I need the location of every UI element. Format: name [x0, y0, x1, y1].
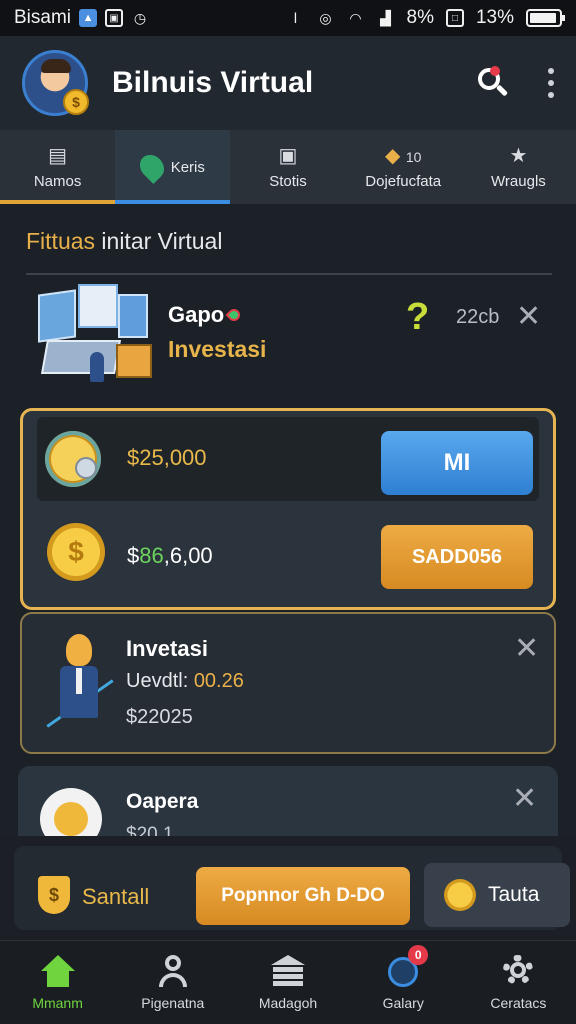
- coin-icon: $: [63, 89, 89, 115]
- investor-illustration: [40, 632, 120, 732]
- nav-label: Madagoh: [258, 994, 318, 1011]
- tab-label: Stotis: [269, 172, 307, 190]
- office-illustration: [34, 284, 156, 388]
- user-icon: [156, 954, 190, 987]
- tab-keris[interactable]: Keris: [115, 130, 231, 204]
- feature-item[interactable]: Gapo Investasi ? 22cb ✕: [26, 284, 552, 394]
- balance-row: $25,000 MI: [37, 417, 539, 501]
- tab-label: Namos: [33, 172, 82, 190]
- section-title: Fittuas initar Virtual: [26, 228, 222, 255]
- secondary-action-label: Tauta: [488, 883, 540, 906]
- battery-icon: [526, 9, 565, 27]
- mi-button[interactable]: MI: [381, 431, 533, 495]
- rocket-icon: [225, 306, 243, 324]
- feature-title: Gapo: [168, 302, 225, 327]
- avatar[interactable]: $: [22, 50, 89, 116]
- feature-value: 22cb: [456, 306, 500, 328]
- notification-badge: 0: [408, 944, 429, 965]
- location-pin-icon: [134, 150, 169, 184]
- help-icon[interactable]: ?: [406, 296, 429, 339]
- wifi-icon: ◠: [349, 9, 362, 26]
- amount-highlight: 86: [139, 543, 164, 568]
- app-notification-icon: ▣: [105, 9, 124, 27]
- amount-suffix: ,6,00: [163, 543, 213, 568]
- balance-amount: $86,6,00: [127, 543, 213, 569]
- clock-icon: ◷: [133, 9, 147, 26]
- close-icon[interactable]: ✕: [514, 634, 539, 664]
- tab-namos[interactable]: ▤ Namos: [0, 130, 116, 204]
- nav-item-home[interactable]: Mmanm: [0, 941, 115, 1024]
- gear-icon: [501, 954, 535, 987]
- primary-action-button[interactable]: Popnnor Gh D-DO: [196, 867, 410, 925]
- nav-label: Ceratacs: [490, 994, 547, 1011]
- bottom-nav: Mmanm Pigenatna Madagoh 0 Galary Ceratac…: [0, 940, 576, 1024]
- alarm-icon: ◎: [319, 9, 332, 26]
- signal-icon: ▟: [380, 9, 391, 26]
- tab-label: Wraugls: [491, 172, 546, 190]
- feature-subtitle: Investasi: [168, 336, 267, 362]
- bank-icon: [271, 954, 305, 987]
- nav-item-profile[interactable]: Pigenatna: [115, 941, 230, 1024]
- nav-item-gallery[interactable]: 0 Galary: [346, 941, 461, 1024]
- card-title: Oapera: [126, 790, 199, 813]
- globe-icon: 0: [386, 944, 429, 987]
- divider: [26, 273, 552, 275]
- nav-item-bank[interactable]: Madagoh: [230, 941, 345, 1024]
- balance-amount: $25,000: [127, 445, 207, 470]
- card-subtitle: Uevdtl: 00.26: [126, 670, 244, 693]
- amount-prefix: $: [127, 543, 140, 568]
- tab-label: Dojefucfata: [365, 172, 442, 190]
- battery-saver-icon: □: [445, 9, 464, 27]
- status-bar: Bisami ▲ ▣ ◷ ⅼ ◎ ◠ ▟ 8% □ 13%: [0, 0, 576, 36]
- coin-stack-icon: [45, 431, 101, 487]
- tab-label: Keris: [170, 158, 205, 176]
- coin-icon: [444, 879, 476, 911]
- nfc-icon: ⅼ: [293, 9, 298, 26]
- dollar-coin-icon: $: [47, 523, 105, 581]
- balance-row: $ $86,6,00 SADD056: [37, 511, 539, 601]
- signal-text: 8%: [406, 7, 434, 28]
- app-header: $ Bilnuis Virtual: [0, 36, 576, 130]
- nav-label: Pigenatna: [141, 994, 205, 1011]
- secondary-action-button[interactable]: Tauta: [424, 863, 570, 927]
- gift-icon: ◆: [384, 144, 401, 167]
- nav-label: Mmanm: [32, 994, 83, 1011]
- carrier-label: Bisami: [14, 7, 72, 28]
- inbox-icon: ▤: [48, 144, 68, 167]
- page-title: Bilnuis Virtual: [112, 66, 314, 99]
- card-amount: $22025: [126, 706, 193, 728]
- tab-wraugls[interactable]: ★ Wraugls: [461, 130, 576, 204]
- section-title-accent: Fittuas: [26, 228, 96, 254]
- close-icon[interactable]: ✕: [516, 302, 541, 332]
- gift-badge: ◆ 10: [385, 145, 422, 167]
- action-bar: $ Santall Popnnor Gh D-DO Tauta: [0, 836, 576, 940]
- subtitle-label: Uevdtl:: [126, 670, 194, 692]
- tab-badge: 10: [405, 148, 422, 165]
- card-title: Invetasi: [126, 636, 208, 661]
- tab-stotis[interactable]: ▣ Stotis: [230, 130, 345, 204]
- home-icon: [40, 954, 75, 987]
- sadd-button[interactable]: SADD056: [381, 525, 533, 589]
- more-options-icon[interactable]: [548, 68, 554, 98]
- chart-icon: ▣: [278, 144, 298, 167]
- subtitle-value: 00.26: [193, 670, 244, 692]
- balance-card: $25,000 MI $ $86,6,00 SADD056: [20, 408, 556, 610]
- shield-icon: $: [38, 876, 70, 914]
- search-icon[interactable]: [476, 66, 510, 100]
- nav-item-settings[interactable]: Ceratacs: [461, 941, 576, 1024]
- tab-bar: ▤ Namos Keris ▣ Stotis ◆ 10 Dojefucfata …: [0, 130, 576, 204]
- investment-card[interactable]: Invetasi Uevdtl: 00.26 $22025 ✕: [20, 612, 556, 754]
- notification-icon: ▲: [79, 9, 98, 27]
- close-icon[interactable]: ✕: [512, 784, 537, 814]
- action-label[interactable]: Santall: [82, 884, 149, 910]
- section-title-rest: initar Virtual: [95, 228, 223, 254]
- tab-dojefucfata[interactable]: ◆ 10 Dojefucfata: [346, 130, 461, 204]
- nav-label: Galary: [382, 994, 424, 1011]
- battery-percent: 13%: [475, 7, 514, 28]
- star-icon: ★: [509, 144, 528, 167]
